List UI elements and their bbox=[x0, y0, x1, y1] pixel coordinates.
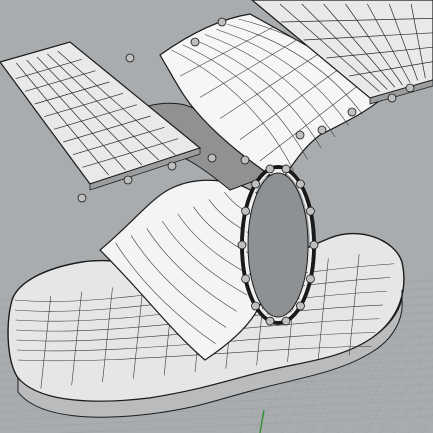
control-point bbox=[317, 125, 327, 135]
control-point bbox=[296, 301, 305, 311]
grid-line bbox=[421, 413, 433, 433]
control-point bbox=[240, 155, 250, 165]
control-point bbox=[265, 316, 275, 326]
control-point bbox=[241, 206, 250, 216]
control-point bbox=[167, 161, 177, 171]
control-point bbox=[306, 274, 315, 284]
control-point bbox=[123, 175, 133, 185]
viewport-canvas[interactable] bbox=[0, 0, 433, 433]
control-point bbox=[251, 179, 260, 189]
perspective-viewport[interactable]: shaded-wireframe bbox=[0, 0, 433, 433]
control-point bbox=[306, 206, 315, 216]
control-point bbox=[387, 93, 397, 103]
control-point bbox=[217, 17, 227, 27]
control-point bbox=[281, 316, 291, 326]
control-point bbox=[265, 164, 275, 174]
control-point bbox=[309, 240, 319, 250]
ring-inner-void bbox=[247, 172, 309, 318]
grid-line bbox=[407, 389, 433, 433]
control-point bbox=[405, 83, 415, 93]
control-point bbox=[281, 164, 291, 174]
control-point bbox=[251, 301, 260, 311]
control-point bbox=[347, 107, 357, 117]
grid-line bbox=[58, 415, 433, 433]
control-point bbox=[241, 274, 250, 284]
control-point bbox=[237, 240, 247, 250]
control-point bbox=[125, 53, 135, 63]
control-point bbox=[77, 193, 87, 203]
control-point bbox=[190, 37, 200, 47]
control-point bbox=[207, 153, 217, 163]
control-point bbox=[295, 130, 305, 140]
control-point bbox=[296, 179, 305, 189]
